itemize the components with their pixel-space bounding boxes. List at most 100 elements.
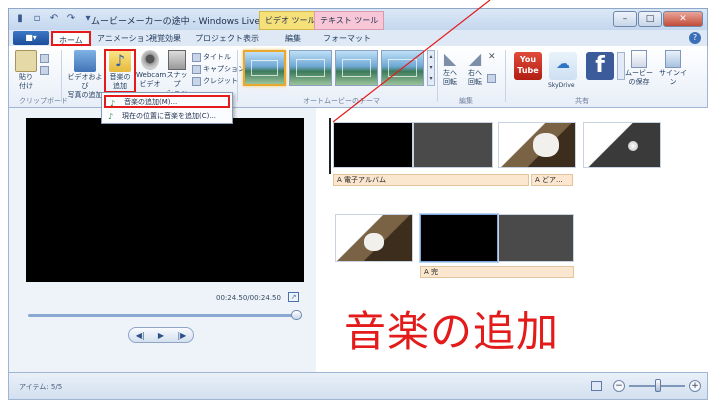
paste-button[interactable]: 貼り 付け xyxy=(15,50,37,91)
tab-home[interactable]: ホーム xyxy=(51,31,91,46)
title-button[interactable]: タイトル xyxy=(192,52,231,62)
application-menu-button[interactable]: ■▾ xyxy=(13,31,49,45)
facebook-share-button[interactable]: f xyxy=(586,52,614,80)
title-bar: ▮ ▫ ↶ ↷ ▾ ムービーメーカーの途中 - Windows Live ムービ… xyxy=(8,8,708,30)
play-button[interactable]: ▶ xyxy=(158,331,164,340)
save-movie-label: ムービー の保存 xyxy=(625,69,653,86)
group-separator xyxy=(505,50,506,102)
sign-in-icon xyxy=(665,50,681,68)
save-movie-icon xyxy=(631,50,647,68)
redo-icon[interactable]: ↷ xyxy=(64,12,78,26)
music-note-icon: ♪ xyxy=(108,112,114,121)
paste-label: 貼り 付け xyxy=(19,73,33,90)
help-icon[interactable]: ? xyxy=(689,32,701,44)
storyboard-clip[interactable] xyxy=(498,214,574,262)
undo-icon[interactable]: ↶ xyxy=(47,12,61,26)
theme-thumbnail[interactable] xyxy=(335,50,379,86)
storyboard-clip[interactable] xyxy=(333,122,413,168)
quick-access-toolbar: ▮ ▫ ↶ ↷ ▾ xyxy=(13,12,95,26)
webcam-icon xyxy=(141,50,159,70)
storyboard-clip-cat-photo[interactable] xyxy=(335,214,413,262)
copy-icon xyxy=(40,66,49,75)
title-icon xyxy=(192,52,201,62)
clip-caption[interactable]: A 完 xyxy=(420,266,574,278)
zoom-in-button[interactable]: + xyxy=(689,380,701,392)
tab-edit[interactable]: 編集 xyxy=(279,31,307,46)
credits-icon xyxy=(192,76,201,86)
menu-item-add-music-at-position[interactable]: ♪ 現在の位置に音楽を追加(C)... xyxy=(104,110,230,123)
fullscreen-icon[interactable]: ↗ xyxy=(288,292,299,302)
rotate-left-label: 左へ 回転 xyxy=(443,69,457,86)
playback-controls: ◀| ▶ |▶ xyxy=(128,327,194,343)
zoom-slider-thumb[interactable] xyxy=(655,379,661,392)
remove-icon[interactable]: ✕ xyxy=(488,52,496,62)
add-music-highlight-box xyxy=(104,49,136,93)
credits-label: クレジット xyxy=(203,77,238,85)
theme-gallery-scroll[interactable]: ▴ ▾ ▾ xyxy=(427,50,435,86)
add-music-dropdown-menu: ♪ 音楽の追加(M)... ♪ 現在の位置に音楽を追加(C)... xyxy=(101,92,233,124)
status-bar: アイテム: 5/5 − + xyxy=(8,372,708,400)
cut-button[interactable] xyxy=(40,54,49,63)
tab-view[interactable]: 表示 xyxy=(237,31,265,46)
text-tools-contextual-tab[interactable]: テキスト ツール xyxy=(314,11,385,30)
tab-format[interactable]: フォーマット xyxy=(317,31,377,46)
rotate-left-button[interactable]: ◣ 左へ 回転 xyxy=(439,50,461,87)
clip-caption[interactable]: A どア... xyxy=(531,174,573,186)
cloud-icon: ☁ xyxy=(556,56,570,72)
title-label: タイトル xyxy=(203,53,231,61)
app-icon: ▮ xyxy=(17,13,23,24)
zoom-out-button[interactable]: − xyxy=(613,380,625,392)
menu-item-add-music-at-position-label: 現在の位置に音楽を追加(C)... xyxy=(122,112,217,120)
storyboard-clip[interactable] xyxy=(413,122,493,168)
window-controls: – □ ✕ xyxy=(613,11,703,27)
next-frame-button[interactable]: |▶ xyxy=(177,331,186,340)
webcam-video-label: Webcam ビデオ xyxy=(136,71,167,88)
clipboard-icon xyxy=(15,50,37,72)
rotate-right-icon: ◢ xyxy=(468,49,482,68)
maximize-button[interactable]: □ xyxy=(638,11,662,27)
storyboard-clip-lamp-photo[interactable] xyxy=(583,122,661,168)
save-icon[interactable]: ▫ xyxy=(30,12,44,26)
thumbnail-size-icon[interactable] xyxy=(591,381,602,391)
sign-in-button[interactable]: サインイン xyxy=(657,50,689,87)
theme-thumbnail[interactable] xyxy=(289,50,333,86)
menu-item-add-music[interactable]: ♪ 音楽の追加(M)... xyxy=(104,95,230,108)
skydrive-label: SkyDrive xyxy=(548,82,575,89)
webcam-video-button[interactable]: Webcam ビデオ xyxy=(136,50,167,89)
storyboard-clip[interactable] xyxy=(420,214,498,262)
seek-bar[interactable] xyxy=(28,314,300,317)
video-tools-contextual-tab[interactable]: ビデオ ツール xyxy=(259,11,322,30)
theme-thumbnail[interactable] xyxy=(381,50,425,86)
minimize-button[interactable]: – xyxy=(613,11,637,27)
skydrive-share-button[interactable]: ☁ xyxy=(549,52,577,80)
select-all-icon xyxy=(487,74,496,83)
automovie-themes-gallery: ▴ ▾ ▾ xyxy=(243,50,435,88)
annotation-text: 音楽の追加 xyxy=(344,307,560,356)
save-movie-button[interactable]: ムービー の保存 xyxy=(623,50,655,87)
caption-label: キャプション xyxy=(203,65,245,73)
add-videos-photos-button[interactable]: ビデオおよび 写真の追加 xyxy=(65,50,105,100)
tab-visual-effects[interactable]: 視覚効果 xyxy=(143,31,187,46)
credits-button[interactable]: クレジット xyxy=(192,76,238,86)
rotate-right-button[interactable]: ◢ 右へ 回転 xyxy=(464,50,486,87)
menu-item-add-music-label: 音楽の追加(M)... xyxy=(124,98,178,106)
youtube-share-button[interactable]: You Tube xyxy=(514,52,542,80)
rotate-left-icon: ◣ xyxy=(443,49,457,68)
close-button[interactable]: ✕ xyxy=(663,11,703,27)
group-separator xyxy=(437,50,438,102)
scissors-icon xyxy=(40,54,49,63)
storyboard-clip-cat-photo[interactable] xyxy=(498,122,576,168)
select-all-button[interactable] xyxy=(487,74,496,83)
clip-caption[interactable]: A 電子アルバム xyxy=(333,174,529,186)
seek-thumb[interactable] xyxy=(291,310,302,320)
caption-icon xyxy=(192,64,201,74)
snapshot-icon xyxy=(168,50,186,70)
cat-face xyxy=(533,133,559,157)
theme-thumbnail[interactable] xyxy=(243,50,287,86)
add-videos-photos-label: ビデオおよび 写真の追加 xyxy=(67,73,103,99)
previous-frame-button[interactable]: ◀| xyxy=(136,331,145,340)
music-note-icon: ♪ xyxy=(110,99,116,108)
lamp xyxy=(628,141,638,151)
video-preview[interactable] xyxy=(26,118,304,282)
copy-button[interactable] xyxy=(40,66,49,75)
